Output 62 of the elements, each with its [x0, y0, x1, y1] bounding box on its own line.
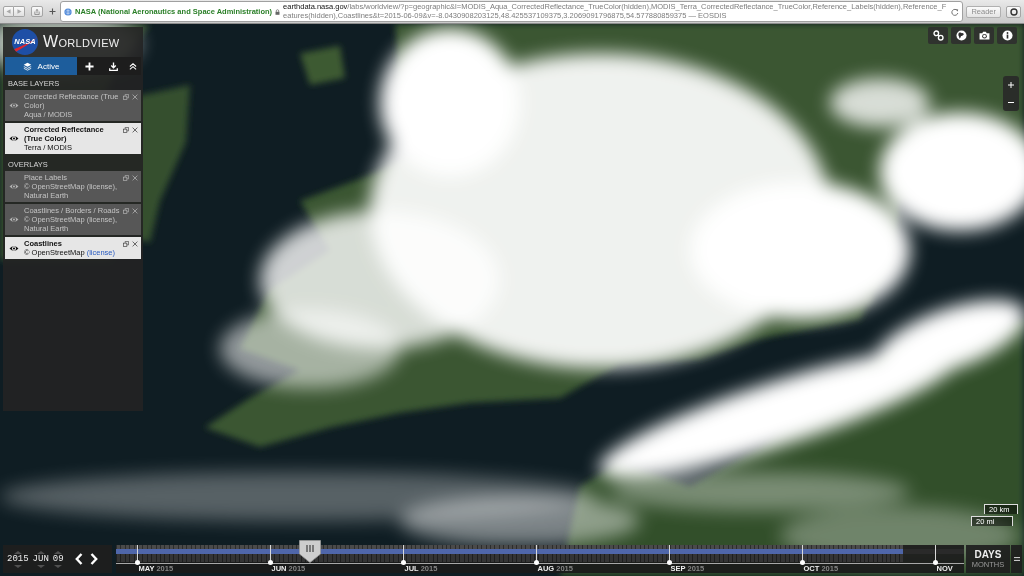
plus-icon [84, 61, 94, 71]
eye-icon[interactable] [9, 135, 19, 142]
layers-tab[interactable]: Active [5, 57, 77, 75]
close-icon[interactable] [132, 175, 138, 181]
projection-button[interactable] [951, 27, 971, 44]
date-field[interactable]: 2015 [7, 554, 29, 564]
info-button[interactable] [997, 27, 1017, 44]
month-tick-icon [798, 545, 806, 565]
circle-icon [1009, 7, 1018, 16]
down-triangle-icon[interactable] [13, 564, 22, 568]
permalink-button[interactable] [928, 27, 948, 44]
plus-icon [1008, 81, 1014, 88]
info-icon [1001, 30, 1013, 41]
zoom-level-button[interactable]: DAYS [974, 549, 1002, 560]
month-tick-icon [266, 545, 274, 565]
plus-icon [49, 8, 56, 15]
close-icon[interactable] [132, 208, 138, 214]
chevron-left-icon [75, 553, 84, 565]
month-tick-icon [532, 545, 540, 565]
close-icon[interactable] [132, 127, 138, 133]
month-tick-icon [665, 545, 673, 565]
month-tick-icon [133, 545, 141, 565]
minus-icon [1008, 101, 1014, 103]
previous-day-button[interactable] [73, 552, 85, 566]
options-icon[interactable] [123, 175, 129, 181]
forward-button[interactable] [14, 6, 25, 17]
toolbar-button[interactable] [1006, 5, 1021, 18]
share-button[interactable] [31, 6, 43, 17]
eye-icon[interactable] [9, 244, 19, 252]
globe-icon [955, 30, 967, 41]
up-triangle-icon[interactable] [13, 550, 22, 554]
reload-icon[interactable] [951, 7, 960, 16]
layers-icon [22, 61, 32, 71]
next-day-button[interactable] [88, 552, 100, 566]
download-icon [108, 61, 118, 71]
link-icon [932, 30, 944, 41]
close-icon[interactable] [132, 241, 138, 247]
options-icon[interactable] [123, 94, 129, 100]
back-button[interactable] [3, 6, 14, 17]
left-triangle-icon [6, 9, 11, 14]
app-title: WORLDVIEW [43, 33, 120, 51]
grip-icon [1013, 557, 1020, 561]
new-tab-button[interactable] [48, 6, 57, 17]
double-chevron-up-icon [129, 62, 137, 70]
timeline-handle[interactable] [299, 540, 322, 563]
globe-icon [64, 7, 72, 16]
lock-icon [275, 8, 281, 15]
snapshot-button[interactable] [974, 27, 994, 44]
month-tick-icon [931, 545, 939, 565]
share-icon [34, 8, 40, 15]
grip-button[interactable] [1011, 545, 1022, 573]
right-triangle-icon [16, 9, 22, 14]
month-tick-icon [399, 545, 407, 565]
close-icon[interactable] [132, 94, 138, 100]
date-field[interactable]: JUN [32, 554, 49, 564]
date-field[interactable]: 09 [52, 554, 64, 564]
options-icon[interactable] [123, 241, 129, 247]
chevron-right-icon [90, 553, 99, 565]
options-icon[interactable] [123, 127, 129, 133]
options-icon[interactable] [123, 208, 129, 214]
camera-icon [978, 31, 990, 40]
address-field[interactable] [60, 1, 964, 22]
